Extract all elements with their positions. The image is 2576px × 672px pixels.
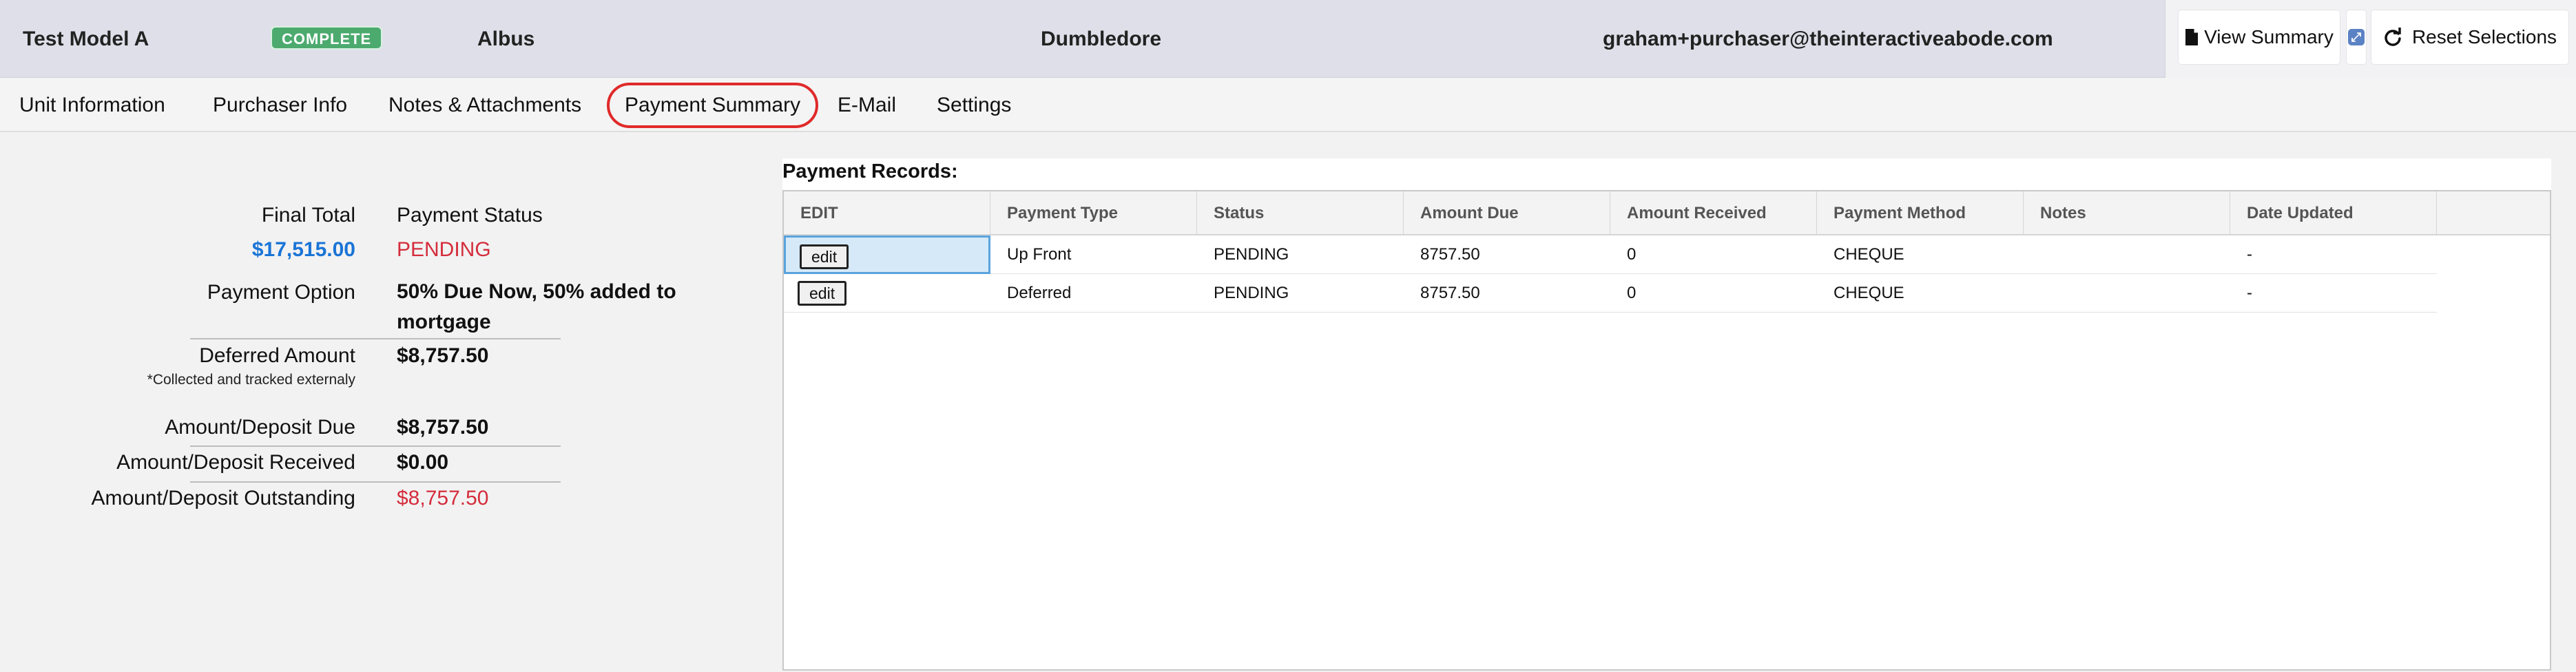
deferred-amount-value: $8,757.50 xyxy=(397,344,489,367)
view-summary-label: View Summary xyxy=(2204,26,2334,48)
records-title-bar xyxy=(782,158,2551,190)
tab-bar: Unit Information Purchaser Info Notes & … xyxy=(0,78,2576,132)
purchaser-email: graham+purchaser@theinteractiveabode.com xyxy=(1603,28,2053,50)
payment-type-cell: Up Front xyxy=(1007,245,1072,264)
purchaser-first-name: Albus xyxy=(477,28,535,50)
payment-status-value: PENDING xyxy=(397,238,491,261)
table-row[interactable]: edit Up Front PENDING 8757.50 0 CHEQUE - xyxy=(784,235,2437,274)
edit-button[interactable]: edit xyxy=(800,244,849,269)
date-updated-cell: - xyxy=(2247,284,2252,302)
tab-payment-summary[interactable]: Payment Summary xyxy=(607,83,819,128)
tab-purchaser-info[interactable]: Purchaser Info xyxy=(213,78,347,132)
refresh-icon xyxy=(2385,28,2401,46)
payment-summary-panel: Final Total Payment Status $17,515.00 PE… xyxy=(0,132,771,672)
grid-header: EDIT Payment Type Status Amount Due Amou… xyxy=(784,191,2550,235)
header-bar: Test Model A COMPLETE Albus Dumbledore g… xyxy=(0,0,2576,78)
column-header-date-updated[interactable]: Date Updated xyxy=(2230,191,2437,235)
column-header-amount-received[interactable]: Amount Received xyxy=(1610,191,1817,235)
column-header-payment-method[interactable]: Payment Method xyxy=(1817,191,2024,235)
final-total-label: Final Total xyxy=(261,204,355,227)
model-name: Test Model A xyxy=(23,28,149,50)
column-header-edit[interactable]: EDIT xyxy=(784,191,990,235)
notes-cell xyxy=(2024,235,2040,274)
payment-option-label: Payment Option xyxy=(207,281,355,304)
column-header-status[interactable]: Status xyxy=(1197,191,1404,235)
payment-option-value: 50% Due Now, 50% added to mortgage xyxy=(397,280,676,333)
divider xyxy=(190,481,561,483)
status-cell: PENDING xyxy=(1214,284,1289,302)
column-header-amount-due[interactable]: Amount Due xyxy=(1404,191,1610,235)
amount-received-cell: 0 xyxy=(1627,284,1637,302)
status-cell: PENDING xyxy=(1214,245,1289,264)
divider xyxy=(190,338,561,339)
divider xyxy=(190,445,561,447)
notes-cell xyxy=(2024,274,2040,313)
edit-cell[interactable]: edit xyxy=(784,274,990,313)
reset-selections-label: Reset Selections xyxy=(2411,26,2557,48)
payment-status-label: Payment Status xyxy=(397,204,543,227)
tab-email[interactable]: E-Mail xyxy=(838,78,896,132)
amount-outstanding-label: Amount/Deposit Outstanding xyxy=(91,487,355,510)
amount-due-value: $8,757.50 xyxy=(397,416,489,439)
expand-icon: ⤢ xyxy=(2348,29,2365,45)
final-total-value: $17,515.00 xyxy=(251,238,355,261)
purchaser-last-name: Dumbledore xyxy=(1041,28,1162,50)
payment-records-title: Payment Records: xyxy=(782,160,958,182)
amount-received-value: $0.00 xyxy=(397,451,449,474)
view-summary-button[interactable]: View Summary xyxy=(2178,10,2340,65)
amount-due-cell: 8757.50 xyxy=(1420,245,1480,264)
column-header-payment-type[interactable]: Payment Type xyxy=(990,191,1197,235)
amount-due-label: Amount/Deposit Due xyxy=(165,416,355,439)
tab-notes-attachments[interactable]: Notes & Attachments xyxy=(388,78,581,132)
table-row[interactable]: edit Deferred PENDING 8757.50 0 CHEQUE - xyxy=(784,274,2437,313)
payment-method-cell: CHEQUE xyxy=(1834,245,1904,264)
edit-button[interactable]: edit xyxy=(798,281,847,306)
amount-received-cell: 0 xyxy=(1627,245,1637,264)
payment-method-cell: CHEQUE xyxy=(1834,284,1904,302)
document-icon xyxy=(2185,29,2199,45)
tab-unit-information[interactable]: Unit Information xyxy=(19,78,165,132)
view-summary-expand-button[interactable]: ⤢ xyxy=(2346,10,2367,65)
deferred-note: *Collected and tracked externaly xyxy=(147,372,355,388)
header-actions: View Summary ⤢ Reset Selections xyxy=(2165,0,2576,78)
amount-received-label: Amount/Deposit Received xyxy=(116,451,355,474)
amount-outstanding-value: $8,757.50 xyxy=(397,487,489,510)
tab-settings[interactable]: Settings xyxy=(937,78,1011,132)
edit-cell[interactable]: edit xyxy=(784,235,990,274)
date-updated-cell: - xyxy=(2247,245,2252,264)
column-header-notes[interactable]: Notes xyxy=(2024,191,2230,235)
deferred-amount-label: Deferred Amount xyxy=(199,344,355,367)
payment-type-cell: Deferred xyxy=(1007,284,1072,302)
status-badge: COMPLETE xyxy=(271,26,383,50)
payment-records-grid: EDIT Payment Type Status Amount Due Amou… xyxy=(782,190,2551,671)
reset-selections-button[interactable]: Reset Selections xyxy=(2371,10,2569,65)
amount-due-cell: 8757.50 xyxy=(1420,284,1480,302)
